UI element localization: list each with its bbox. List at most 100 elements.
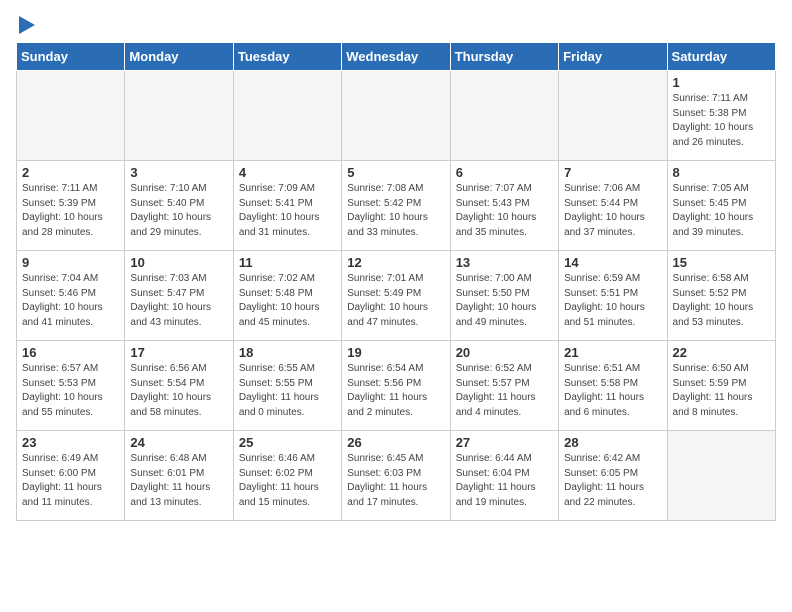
day-info: Sunrise: 6:57 AM Sunset: 5:53 PM Dayligh… xyxy=(22,362,119,420)
day-info: Sunrise: 6:48 AM Sunset: 6:01 PM Dayligh… xyxy=(130,452,227,510)
day-info: Sunrise: 6:54 AM Sunset: 5:56 PM Dayligh… xyxy=(347,362,444,420)
calendar-cell: 26 Sunrise: 6:45 AM Sunset: 6:03 PM Dayli… xyxy=(342,431,450,521)
calendar-cell xyxy=(125,71,233,161)
calendar-week-row: 23 Sunrise: 6:49 AM Sunset: 6:00 PM Dayli… xyxy=(17,431,776,521)
day-info: Sunrise: 6:59 AM Sunset: 5:51 PM Dayligh… xyxy=(564,272,661,330)
calendar-cell: 4 Sunrise: 7:09 AM Sunset: 5:41 PM Daylig… xyxy=(233,161,341,251)
calendar-cell xyxy=(342,71,450,161)
day-info: Sunrise: 6:50 AM Sunset: 5:59 PM Dayligh… xyxy=(673,362,770,420)
day-number: 7 xyxy=(564,165,661,180)
day-number: 1 xyxy=(673,75,770,90)
day-number: 9 xyxy=(22,255,119,270)
day-info: Sunrise: 7:03 AM Sunset: 5:47 PM Dayligh… xyxy=(130,272,227,330)
calendar-week-row: 1 Sunrise: 7:11 AM Sunset: 5:38 PM Daylig… xyxy=(17,71,776,161)
calendar-cell xyxy=(233,71,341,161)
day-info: Sunrise: 7:04 AM Sunset: 5:46 PM Dayligh… xyxy=(22,272,119,330)
page-header xyxy=(16,16,776,34)
day-number: 26 xyxy=(347,435,444,450)
day-number: 23 xyxy=(22,435,119,450)
calendar-cell: 23 Sunrise: 6:49 AM Sunset: 6:00 PM Dayli… xyxy=(17,431,125,521)
day-number: 27 xyxy=(456,435,553,450)
day-number: 5 xyxy=(347,165,444,180)
day-number: 15 xyxy=(673,255,770,270)
day-info: Sunrise: 7:00 AM Sunset: 5:50 PM Dayligh… xyxy=(456,272,553,330)
day-number: 20 xyxy=(456,345,553,360)
day-number: 12 xyxy=(347,255,444,270)
day-info: Sunrise: 7:09 AM Sunset: 5:41 PM Dayligh… xyxy=(239,182,336,240)
calendar-cell: 11 Sunrise: 7:02 AM Sunset: 5:48 PM Dayli… xyxy=(233,251,341,341)
calendar-cell: 25 Sunrise: 6:46 AM Sunset: 6:02 PM Dayli… xyxy=(233,431,341,521)
day-info: Sunrise: 6:56 AM Sunset: 5:54 PM Dayligh… xyxy=(130,362,227,420)
day-info: Sunrise: 7:05 AM Sunset: 5:45 PM Dayligh… xyxy=(673,182,770,240)
calendar-cell: 13 Sunrise: 7:00 AM Sunset: 5:50 PM Dayli… xyxy=(450,251,558,341)
logo xyxy=(16,16,35,34)
day-info: Sunrise: 6:44 AM Sunset: 6:04 PM Dayligh… xyxy=(456,452,553,510)
calendar-cell: 24 Sunrise: 6:48 AM Sunset: 6:01 PM Dayli… xyxy=(125,431,233,521)
day-info: Sunrise: 7:01 AM Sunset: 5:49 PM Dayligh… xyxy=(347,272,444,330)
day-number: 18 xyxy=(239,345,336,360)
day-info: Sunrise: 7:11 AM Sunset: 5:39 PM Dayligh… xyxy=(22,182,119,240)
day-info: Sunrise: 7:06 AM Sunset: 5:44 PM Dayligh… xyxy=(564,182,661,240)
calendar-cell: 12 Sunrise: 7:01 AM Sunset: 5:49 PM Dayli… xyxy=(342,251,450,341)
day-header-saturday: Saturday xyxy=(667,43,775,71)
day-header-friday: Friday xyxy=(559,43,667,71)
day-info: Sunrise: 7:08 AM Sunset: 5:42 PM Dayligh… xyxy=(347,182,444,240)
calendar-cell: 18 Sunrise: 6:55 AM Sunset: 5:55 PM Dayli… xyxy=(233,341,341,431)
day-info: Sunrise: 6:55 AM Sunset: 5:55 PM Dayligh… xyxy=(239,362,336,420)
calendar-cell: 8 Sunrise: 7:05 AM Sunset: 5:45 PM Daylig… xyxy=(667,161,775,251)
day-header-wednesday: Wednesday xyxy=(342,43,450,71)
day-info: Sunrise: 6:49 AM Sunset: 6:00 PM Dayligh… xyxy=(22,452,119,510)
calendar-cell: 28Sunrise: 6:42 AM Sunset: 6:05 PM Dayli… xyxy=(559,431,667,521)
day-number: 8 xyxy=(673,165,770,180)
day-number: 22 xyxy=(673,345,770,360)
day-info: Sunrise: 7:02 AM Sunset: 5:48 PM Dayligh… xyxy=(239,272,336,330)
day-info: Sunrise: 6:46 AM Sunset: 6:02 PM Dayligh… xyxy=(239,452,336,510)
day-number: 13 xyxy=(456,255,553,270)
calendar-week-row: 9 Sunrise: 7:04 AM Sunset: 5:46 PM Daylig… xyxy=(17,251,776,341)
calendar-cell: 2Sunrise: 7:11 AM Sunset: 5:39 PM Daylig… xyxy=(17,161,125,251)
calendar-week-row: 2Sunrise: 7:11 AM Sunset: 5:39 PM Daylig… xyxy=(17,161,776,251)
calendar-week-row: 16 Sunrise: 6:57 AM Sunset: 5:53 PM Dayli… xyxy=(17,341,776,431)
day-info: Sunrise: 7:07 AM Sunset: 5:43 PM Dayligh… xyxy=(456,182,553,240)
day-number: 10 xyxy=(130,255,227,270)
calendar-cell: 16 Sunrise: 6:57 AM Sunset: 5:53 PM Dayli… xyxy=(17,341,125,431)
calendar-cell: 6Sunrise: 7:07 AM Sunset: 5:43 PM Daylig… xyxy=(450,161,558,251)
calendar-cell xyxy=(559,71,667,161)
calendar-table: SundayMondayTuesdayWednesdayThursdayFrid… xyxy=(16,42,776,521)
calendar-cell: 14 Sunrise: 6:59 AM Sunset: 5:51 PM Dayli… xyxy=(559,251,667,341)
day-number: 3 xyxy=(130,165,227,180)
day-number: 24 xyxy=(130,435,227,450)
calendar-cell: 9 Sunrise: 7:04 AM Sunset: 5:46 PM Daylig… xyxy=(17,251,125,341)
calendar-header-row: SundayMondayTuesdayWednesdayThursdayFrid… xyxy=(17,43,776,71)
calendar-cell: 20 Sunrise: 6:52 AM Sunset: 5:57 PM Dayli… xyxy=(450,341,558,431)
calendar-cell: 19 Sunrise: 6:54 AM Sunset: 5:56 PM Dayli… xyxy=(342,341,450,431)
logo-triangle-icon xyxy=(19,16,35,34)
day-info: Sunrise: 6:42 AM Sunset: 6:05 PM Dayligh… xyxy=(564,452,661,510)
calendar-cell: 1 Sunrise: 7:11 AM Sunset: 5:38 PM Daylig… xyxy=(667,71,775,161)
day-number: 11 xyxy=(239,255,336,270)
day-info: Sunrise: 6:45 AM Sunset: 6:03 PM Dayligh… xyxy=(347,452,444,510)
day-header-thursday: Thursday xyxy=(450,43,558,71)
day-info: Sunrise: 6:52 AM Sunset: 5:57 PM Dayligh… xyxy=(456,362,553,420)
day-number: 19 xyxy=(347,345,444,360)
day-header-sunday: Sunday xyxy=(17,43,125,71)
day-number: 21 xyxy=(564,345,661,360)
calendar-cell: 10 Sunrise: 7:03 AM Sunset: 5:47 PM Dayli… xyxy=(125,251,233,341)
calendar-cell: 21 Sunrise: 6:51 AM Sunset: 5:58 PM Dayli… xyxy=(559,341,667,431)
day-number: 14 xyxy=(564,255,661,270)
day-header-monday: Monday xyxy=(125,43,233,71)
calendar-cell: 7 Sunrise: 7:06 AM Sunset: 5:44 PM Daylig… xyxy=(559,161,667,251)
day-info: Sunrise: 7:11 AM Sunset: 5:38 PM Dayligh… xyxy=(673,92,770,150)
day-number: 16 xyxy=(22,345,119,360)
day-info: Sunrise: 6:51 AM Sunset: 5:58 PM Dayligh… xyxy=(564,362,661,420)
day-number: 25 xyxy=(239,435,336,450)
day-info: Sunrise: 6:58 AM Sunset: 5:52 PM Dayligh… xyxy=(673,272,770,330)
calendar-cell: 22 Sunrise: 6:50 AM Sunset: 5:59 PM Dayli… xyxy=(667,341,775,431)
calendar-cell xyxy=(450,71,558,161)
calendar-cell xyxy=(17,71,125,161)
calendar-cell xyxy=(667,431,775,521)
day-number: 4 xyxy=(239,165,336,180)
calendar-cell: 3 Sunrise: 7:10 AM Sunset: 5:40 PM Daylig… xyxy=(125,161,233,251)
calendar-cell: 15 Sunrise: 6:58 AM Sunset: 5:52 PM Dayli… xyxy=(667,251,775,341)
day-info: Sunrise: 7:10 AM Sunset: 5:40 PM Dayligh… xyxy=(130,182,227,240)
